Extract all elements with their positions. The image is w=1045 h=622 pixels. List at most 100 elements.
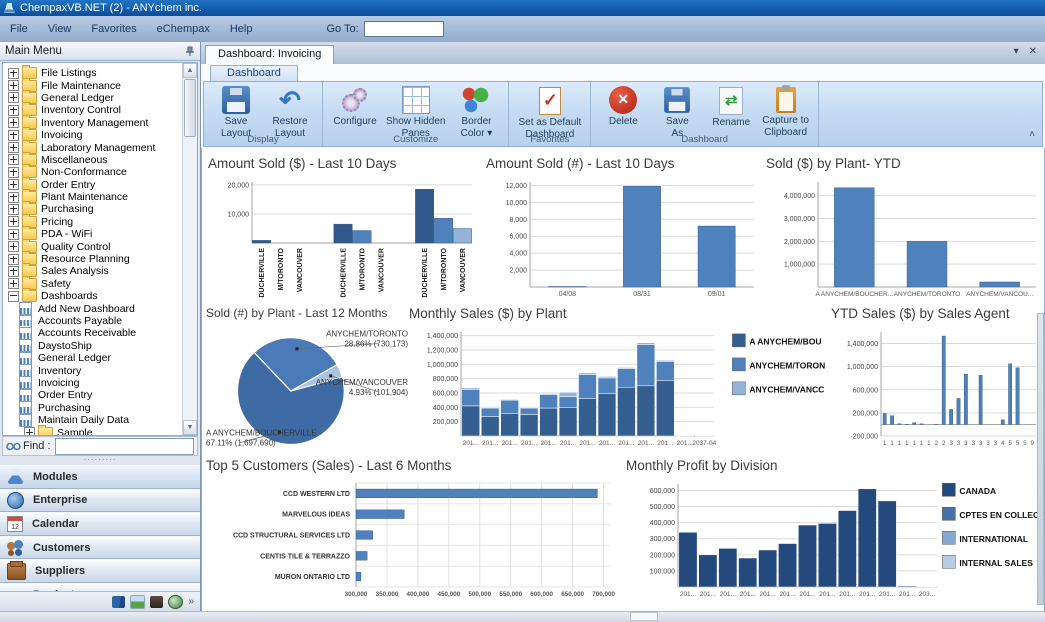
menu-item[interactable]: Favorites <box>81 20 146 38</box>
svg-text:9: 9 <box>1031 441 1035 447</box>
tree-expand-icon[interactable] <box>8 68 19 79</box>
mini-icon[interactable] <box>150 596 163 608</box>
chart-canvas: ANYCHEM/VANCOUVER4.93% (101,904)ANYCHEM/… <box>206 325 408 452</box>
tree-item[interactable]: DaystoShip <box>3 340 182 352</box>
scroll-up-icon[interactable]: ▲ <box>183 63 197 78</box>
tree-expand-icon[interactable] <box>8 92 19 103</box>
ribbon-button[interactable]: Save Layout <box>209 85 263 140</box>
tab-dashboard-invoicing[interactable]: Dashboard: Invoicing <box>205 45 334 65</box>
svg-text:500,000: 500,000 <box>468 591 491 598</box>
nav-button[interactable]: Customers <box>0 536 200 560</box>
svg-text:1,000,000: 1,000,000 <box>427 362 458 369</box>
tree-expand-icon[interactable] <box>8 241 19 252</box>
chart-title: Amount Sold (#) - Last 10 Days <box>486 156 762 175</box>
tree-item-label: Order Entry <box>38 389 92 401</box>
tree-item[interactable]: Accounts Receivable <box>3 327 182 339</box>
tree-item[interactable]: Maintain Daily Data <box>3 414 182 426</box>
nav-button[interactable]: Suppliers <box>0 559 200 583</box>
tree-expand-icon[interactable] <box>8 192 19 203</box>
tree-expand-icon[interactable] <box>8 154 19 165</box>
ribbon-button[interactable]: Set as Default Dashboard <box>514 85 585 141</box>
tree-expand-icon[interactable] <box>8 105 19 116</box>
tree-item[interactable]: Purchasing <box>3 402 182 414</box>
nav-button[interactable]: Enterprise <box>0 489 200 513</box>
ribbon-tab-dashboard[interactable]: Dashboard <box>210 65 298 82</box>
ribbon-group-favorites: Set as Default Dashboard Favorites <box>509 82 591 146</box>
svg-text:3: 3 <box>949 441 953 447</box>
tree-item[interactable]: Add New Dashboard <box>3 302 182 314</box>
menu-item[interactable]: File <box>0 20 38 38</box>
chart-canvas: 2,0004,0006,0008,00010,00012,00004/0808/… <box>486 175 762 303</box>
menu-item[interactable]: View <box>38 20 82 38</box>
tree-expand-icon[interactable] <box>8 117 19 128</box>
tree-expand-icon[interactable] <box>8 266 19 277</box>
svg-text:1: 1 <box>883 441 887 447</box>
tree-expand-icon[interactable] <box>8 291 19 302</box>
tree-expand-icon[interactable] <box>8 80 19 91</box>
svg-text:6,000: 6,000 <box>509 234 527 241</box>
ribbon-button-label-1: Save <box>654 116 700 128</box>
ribbon-button[interactable]: Save As <box>650 85 704 140</box>
ribbon-button[interactable]: Delete <box>596 85 650 140</box>
menu-item[interactable]: Help <box>220 20 263 38</box>
horizontal-scrollbar[interactable] <box>630 612 658 621</box>
svg-text:201...: 201... <box>819 591 835 598</box>
tree-item[interactable]: Order Entry <box>3 389 182 401</box>
ribbon-body: Save Layout Restore Layout Display Confi… <box>203 81 1043 147</box>
ribbon-button[interactable]: Border Color ▾ <box>449 85 503 140</box>
ribbon-button[interactable]: Show Hidden Panes <box>382 85 449 140</box>
tree-scrollbar[interactable]: ▲ ▼ <box>182 63 197 435</box>
ribbon-button[interactable]: Configure <box>328 85 382 140</box>
ribbon-button[interactable]: Restore Layout <box>263 85 317 140</box>
tree-expand-icon[interactable] <box>8 142 19 153</box>
window-title: ChempaxVB.NET (2) - ANYchem inc. <box>20 0 202 16</box>
ribbon-button[interactable]: Rename <box>704 85 758 140</box>
splitter-handle[interactable]: ········· <box>0 456 200 465</box>
tree-item[interactable]: Sample <box>3 426 182 436</box>
tree-item[interactable]: Dashboards <box>3 290 182 302</box>
tree-expand-icon[interactable] <box>24 427 35 436</box>
tree-expand-icon[interactable] <box>8 167 19 178</box>
tree-item[interactable]: General Ledger <box>3 352 182 364</box>
tree-item[interactable]: Inventory <box>3 364 182 376</box>
nav-button[interactable]: Calendar <box>0 512 200 536</box>
goto-input[interactable] <box>364 21 444 37</box>
tree-expand-icon[interactable] <box>8 204 19 215</box>
tree-item-label: File Maintenance <box>41 80 121 92</box>
tree-item-label: DaystoShip <box>38 340 92 352</box>
tree-expand-icon[interactable] <box>8 229 19 240</box>
mini-icon[interactable] <box>112 596 125 608</box>
chart-ytd-sales-by-agent: YTD Sales ($) by Sales Agent -200,000200… <box>831 306 1044 453</box>
menu-item[interactable]: eChempax <box>147 20 220 38</box>
tree-expand-icon[interactable] <box>8 254 19 265</box>
nav-button[interactable]: Modules <box>0 465 200 489</box>
mini-icon[interactable]: » <box>188 596 194 608</box>
scrollbar-thumb[interactable] <box>184 79 196 137</box>
scroll-down-icon[interactable]: ▼ <box>183 420 197 435</box>
tab-dropdown-icon[interactable]: ▾ <box>1014 46 1019 57</box>
sidebar-title: Main Menu <box>5 45 62 57</box>
tree-item-icon <box>38 427 53 436</box>
ribbon-button[interactable]: Capture to Clipboard <box>758 85 813 140</box>
tree-item-label: Invoicing <box>38 377 79 389</box>
mini-icon[interactable] <box>130 595 145 609</box>
tree-item-label: Inventory Control <box>41 104 121 116</box>
chart-title: Monthly Profit by Division <box>626 458 1045 477</box>
mini-icon[interactable] <box>168 595 183 609</box>
tree-expand-icon[interactable] <box>8 130 19 141</box>
tree-item-label: Add New Dashboard <box>38 303 135 315</box>
tab-close-icon[interactable]: ✕ <box>1029 46 1037 57</box>
ribbon-collapse-icon[interactable]: ˄ <box>1029 129 1035 140</box>
tree-item[interactable]: Accounts Payable <box>3 315 182 327</box>
svg-text:700,000: 700,000 <box>592 591 615 598</box>
tree-expand-icon[interactable] <box>8 278 19 289</box>
content-scrollbar[interactable] <box>1037 313 1044 605</box>
tree-item[interactable]: Invoicing <box>3 377 182 389</box>
pin-icon[interactable] <box>185 46 195 57</box>
dashboard-content: Amount Sold ($) - Last 10 Days 10,00020,… <box>201 148 1045 612</box>
find-input[interactable] <box>55 438 194 455</box>
tree-expand-icon[interactable] <box>8 179 19 190</box>
svg-text:-200,000: -200,000 <box>850 434 878 441</box>
chart-top5-customers: Top 5 Customers (Sales) - Last 6 Months … <box>206 458 623 604</box>
tree-expand-icon[interactable] <box>8 216 19 227</box>
